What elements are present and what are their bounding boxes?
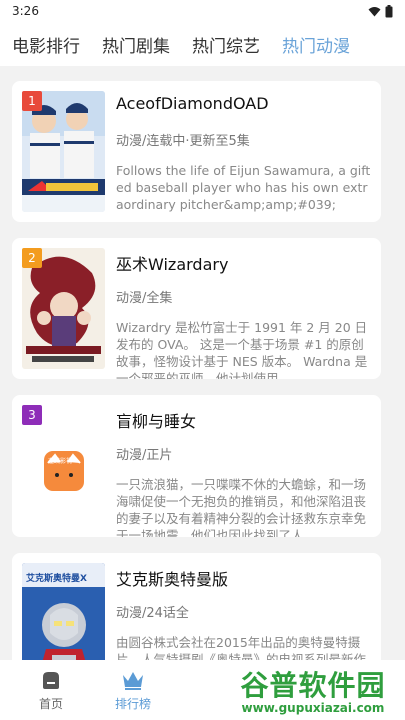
tab-movie-ranking[interactable]: 电影排行: [12, 32, 80, 57]
tab-hot-anime[interactable]: 热门动漫: [282, 32, 350, 57]
watermark: 谷普软件园 www.gupuxiazai.com: [223, 668, 403, 718]
tab-hot-variety[interactable]: 热门综艺: [192, 32, 260, 57]
item-description: Follows the life of Eijun Sawamura, a gi…: [116, 163, 371, 212]
nav-home-label: 首页: [38, 696, 63, 711]
item-title: 盲柳与睡女: [116, 412, 197, 431]
poster-title: 艾克斯奥特曼X: [26, 574, 87, 584]
item-description: 由圆谷株式会社在2015年出品的奥特曼特摄片。人气特摄剧《奥特曼》的电视系列最新…: [116, 635, 367, 660]
item-title: 巫术Wizardary: [116, 255, 229, 274]
watermark-title: 谷普软件园: [240, 669, 386, 702]
watermark-url: www.gupuxiazai.com: [241, 701, 385, 715]
nav-home[interactable]: 首页: [10, 669, 92, 712]
item-title: AceofDiamondOAD: [116, 94, 269, 113]
crown-icon: [123, 671, 143, 690]
nav-ranking[interactable]: 排行榜: [92, 669, 174, 712]
ranking-list: 1 AceofDiamondOAD 动漫/连载中·更新至5集 Follows t…: [0, 66, 405, 660]
ranking-card[interactable]: 1 AceofDiamondOAD 动漫/连载中·更新至5集 Follows t…: [12, 81, 381, 222]
status-icons: [368, 4, 393, 18]
item-description: 一只流浪猫，一只喋喋不休的大蟾蜍，和一场海啸促使一个无抱负的推销员，和他深陷沮丧…: [116, 477, 367, 537]
item-title: 艾克斯奥特曼版: [116, 570, 229, 589]
nav-ranking-label: 排行榜: [114, 696, 151, 711]
item-meta: 动漫/连载中·更新至5集: [116, 134, 250, 149]
item-meta: 动漫/24话全: [116, 606, 189, 621]
poster-image: 艾克斯奥特曼X: [22, 563, 105, 660]
rank-badge: 2: [22, 248, 42, 268]
home-icon: [43, 671, 59, 689]
rank-badge: 3: [22, 405, 42, 425]
item-description: Wizardry 是松竹富士于 1991 年 2 月 20 日发布的 OVA。 …: [116, 320, 368, 379]
item-meta: 动漫/全集: [116, 291, 173, 306]
status-time: 3:26: [12, 4, 39, 18]
wifi-icon: [368, 6, 381, 16]
ranking-card[interactable]: 艾克斯奥特曼X 艾克斯奥特曼版 动漫/24话全 由圆谷株式会社在2015年出品的…: [12, 553, 381, 660]
app-logo-label: 在线影视: [48, 458, 73, 465]
status-bar: 3:26: [0, 0, 405, 22]
category-tabs: 电影排行 热门剧集 热门综艺 热门动漫: [0, 22, 405, 66]
ranking-card[interactable]: 在线影视 3 盲柳与睡女 动漫/正片 一只流浪猫，一只喋喋不休的大蟾蜍，和一场海…: [12, 395, 381, 537]
ranking-card[interactable]: 2 巫术Wizardary 动漫/全集 Wizardry 是松竹富士于 1991…: [12, 238, 381, 379]
battery-icon: [385, 4, 393, 17]
rank-badge: 1: [22, 91, 42, 111]
tab-hot-series[interactable]: 热门剧集: [102, 32, 170, 57]
item-meta: 动漫/正片: [116, 448, 173, 463]
